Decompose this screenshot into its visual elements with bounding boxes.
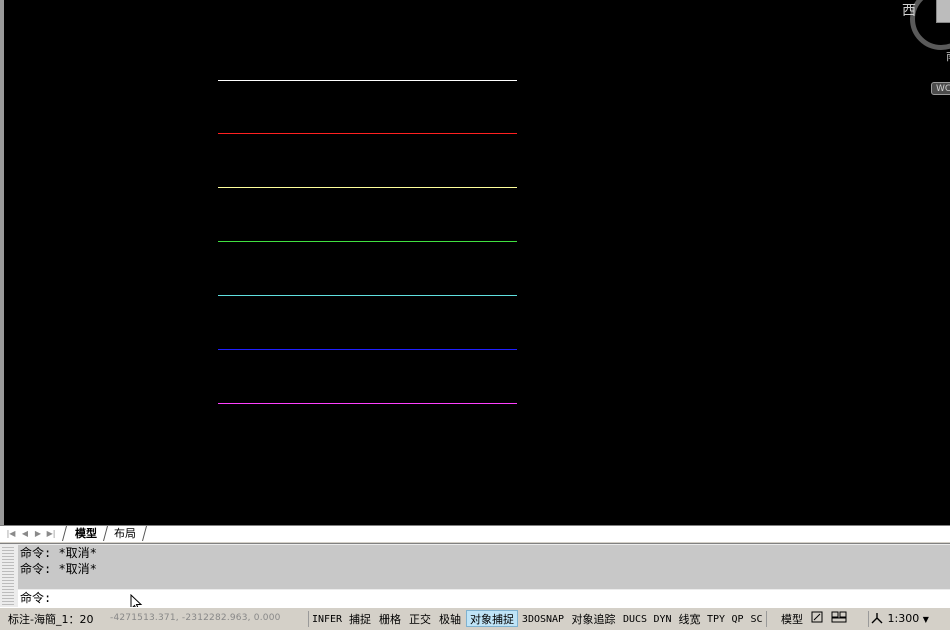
status-bar: 标注-海簡_1：20 -4271513.371, -2312282.963, 0…	[0, 607, 950, 630]
drawing-line[interactable]	[218, 403, 517, 404]
layout-tab-bar: |◀ ◀ ▶ ▶| 模型 布局	[0, 525, 950, 542]
drawing-line[interactable]	[218, 241, 517, 242]
drawing-line[interactable]	[218, 133, 517, 134]
annotation-scale[interactable]: 1:300 ▼	[870, 610, 929, 627]
next-tab-icon[interactable]: ▶	[33, 528, 43, 539]
command-history-line: 命令: *取消*	[20, 562, 97, 576]
status-toggle-1[interactable]: 捕捉	[346, 610, 374, 627]
drawing-line[interactable]	[218, 349, 517, 350]
command-window: 命令: *取消* 命令: *取消* 命令:	[0, 543, 950, 612]
status-toggle-6[interactable]: 3DOSNAP	[520, 610, 566, 627]
status-toggle-7[interactable]: 对象追踪	[568, 610, 619, 627]
drawing-line[interactable]	[218, 80, 517, 81]
status-toggle-5[interactable]: 对象捕捉	[466, 610, 518, 627]
command-window-grip[interactable]	[2, 547, 14, 605]
status-toggle-11[interactable]: TPY	[705, 610, 727, 627]
quick-view-drawings-icon[interactable]	[829, 610, 849, 627]
status-separator	[868, 611, 869, 627]
prev-tab-icon[interactable]: ◀	[20, 528, 30, 539]
annotation-scale-value: 1:300	[887, 612, 920, 625]
status-toggle-2[interactable]: 栅格	[376, 610, 404, 627]
model-space-button[interactable]: 模型	[777, 610, 807, 627]
compass-west-label[interactable]: 西	[902, 0, 916, 20]
status-toggle-10[interactable]: 线宽	[676, 610, 703, 627]
command-input[interactable]: 命令:	[18, 590, 950, 607]
compass-south-label[interactable]: 南	[946, 48, 950, 64]
status-separator	[308, 611, 309, 627]
command-history: 命令: *取消* 命令: *取消*	[18, 545, 950, 589]
status-toggle-8[interactable]: DUCS	[621, 610, 649, 627]
status-toggle-9[interactable]: DYN	[651, 610, 674, 627]
tab-model[interactable]: 模型	[61, 526, 109, 541]
viewcube[interactable]: 西 南	[902, 0, 950, 63]
coordinate-readout[interactable]: -4271513.371, -2312282.963, 0.000	[110, 613, 281, 623]
status-toggle-3[interactable]: 正交	[406, 610, 434, 627]
status-separator	[766, 611, 767, 627]
first-tab-icon[interactable]: |◀	[6, 528, 16, 539]
status-toggle-0[interactable]: INFER	[310, 610, 344, 627]
status-toggle-12[interactable]: QP	[729, 610, 746, 627]
last-tab-icon[interactable]: ▶|	[46, 528, 56, 539]
drawing-line[interactable]	[218, 295, 517, 296]
command-prompt: 命令:	[20, 591, 52, 605]
command-history-line: 命令: *取消*	[20, 546, 97, 560]
tab-layout[interactable]: 布局	[101, 526, 148, 541]
annotation-scale-icon	[871, 613, 883, 624]
status-toggle-13[interactable]: SC	[748, 610, 765, 627]
status-toggle-4[interactable]: 极轴	[436, 610, 464, 627]
drawing-canvas[interactable]: 西 南 WCS	[0, 0, 950, 525]
wcs-menu-button[interactable]: WCS	[931, 82, 950, 95]
drawing-line[interactable]	[218, 187, 517, 188]
quick-view-layouts-icon[interactable]	[809, 610, 825, 627]
dimension-style-label[interactable]: 标注-海簡_1：20	[8, 611, 93, 627]
chevron-down-icon[interactable]: ▼	[923, 615, 929, 624]
viewcube-face[interactable]	[936, 0, 950, 23]
